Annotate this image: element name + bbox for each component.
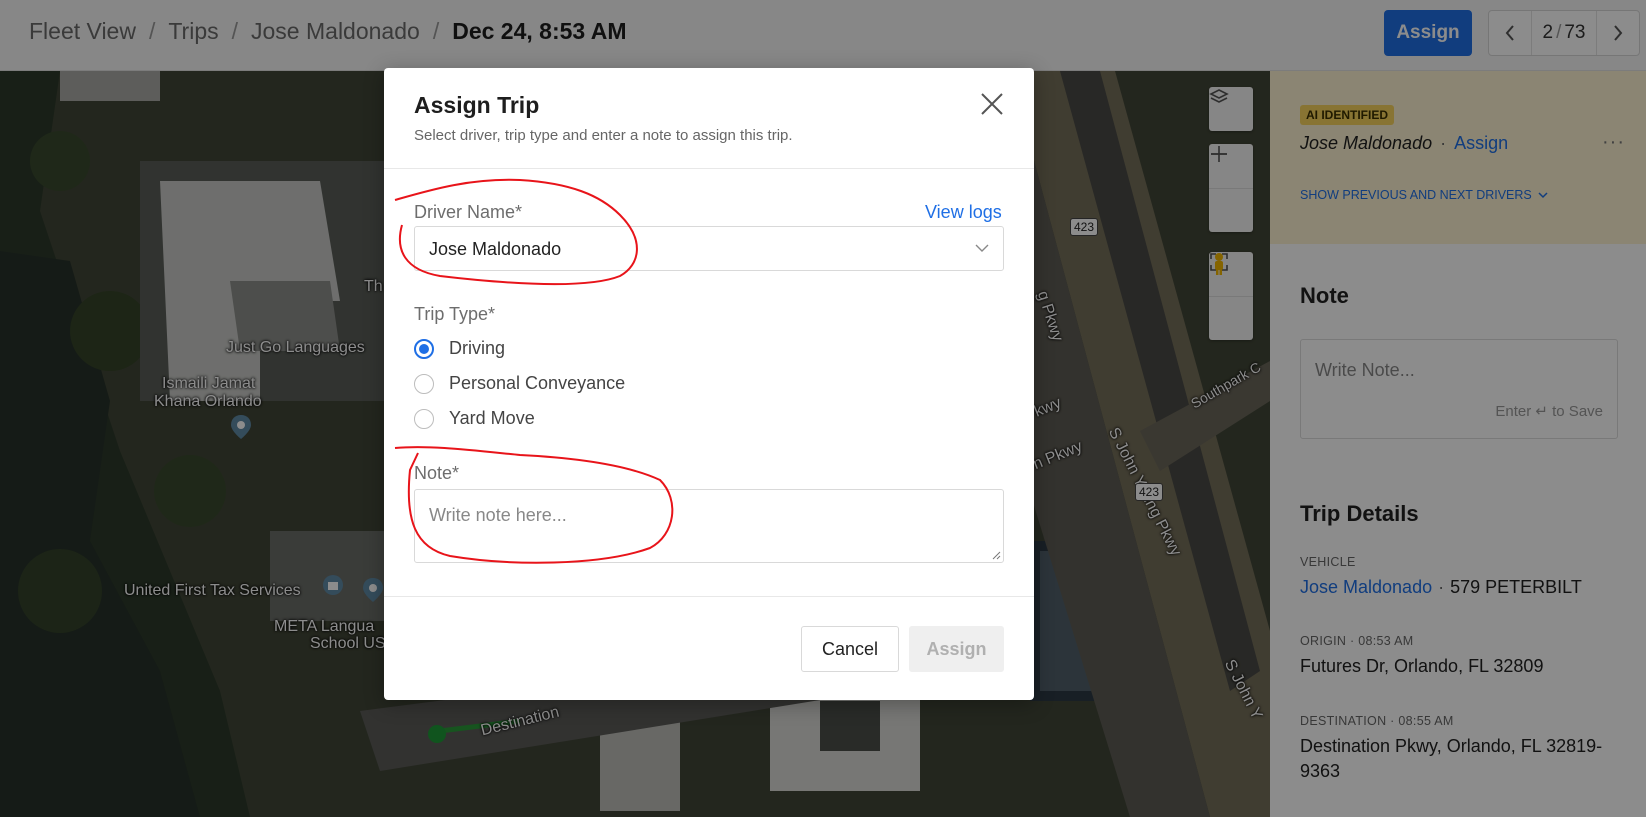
divider bbox=[384, 596, 1034, 597]
divider bbox=[384, 168, 1034, 169]
resize-grip-icon[interactable] bbox=[991, 550, 1001, 560]
trip-type-label: Trip Type* bbox=[414, 304, 496, 324]
note-textarea[interactable]: Write note here... bbox=[414, 489, 1004, 563]
trip-type-option-driving[interactable]: Driving bbox=[414, 338, 505, 359]
note-placeholder: Write note here... bbox=[429, 505, 567, 525]
assign-submit-button[interactable]: Assign bbox=[909, 626, 1004, 672]
close-button[interactable] bbox=[979, 91, 1005, 117]
modal-title: Assign Trip bbox=[414, 92, 540, 118]
trip-type-yard-label: Yard Move bbox=[449, 408, 535, 428]
radio-driving[interactable] bbox=[414, 338, 434, 359]
driver-name-value: Jose Maldonado bbox=[429, 239, 562, 259]
radio-yard-move[interactable] bbox=[414, 408, 434, 429]
trip-type-personal-label: Personal Conveyance bbox=[449, 373, 626, 393]
trip-type-driving-label: Driving bbox=[449, 338, 506, 358]
cancel-button[interactable]: Cancel bbox=[801, 626, 899, 672]
assign-trip-modal: Assign Trip Select driver, trip type and… bbox=[384, 68, 1034, 700]
radio-personal-conveyance[interactable] bbox=[414, 373, 434, 394]
modal-subtitle: Select driver, trip type and enter a not… bbox=[414, 127, 793, 144]
note-label: Note* bbox=[414, 463, 460, 483]
driver-name-label: Driver Name* bbox=[414, 202, 523, 222]
trip-type-option-yard-move[interactable]: Yard Move bbox=[414, 408, 535, 429]
trip-type-option-personal-conveyance[interactable]: Personal Conveyance bbox=[414, 373, 625, 394]
driver-name-select[interactable]: Jose Maldonado bbox=[414, 226, 1004, 271]
chevron-down-icon bbox=[975, 244, 989, 252]
view-logs-link[interactable]: View logs bbox=[925, 202, 1002, 223]
close-icon bbox=[981, 93, 1003, 115]
